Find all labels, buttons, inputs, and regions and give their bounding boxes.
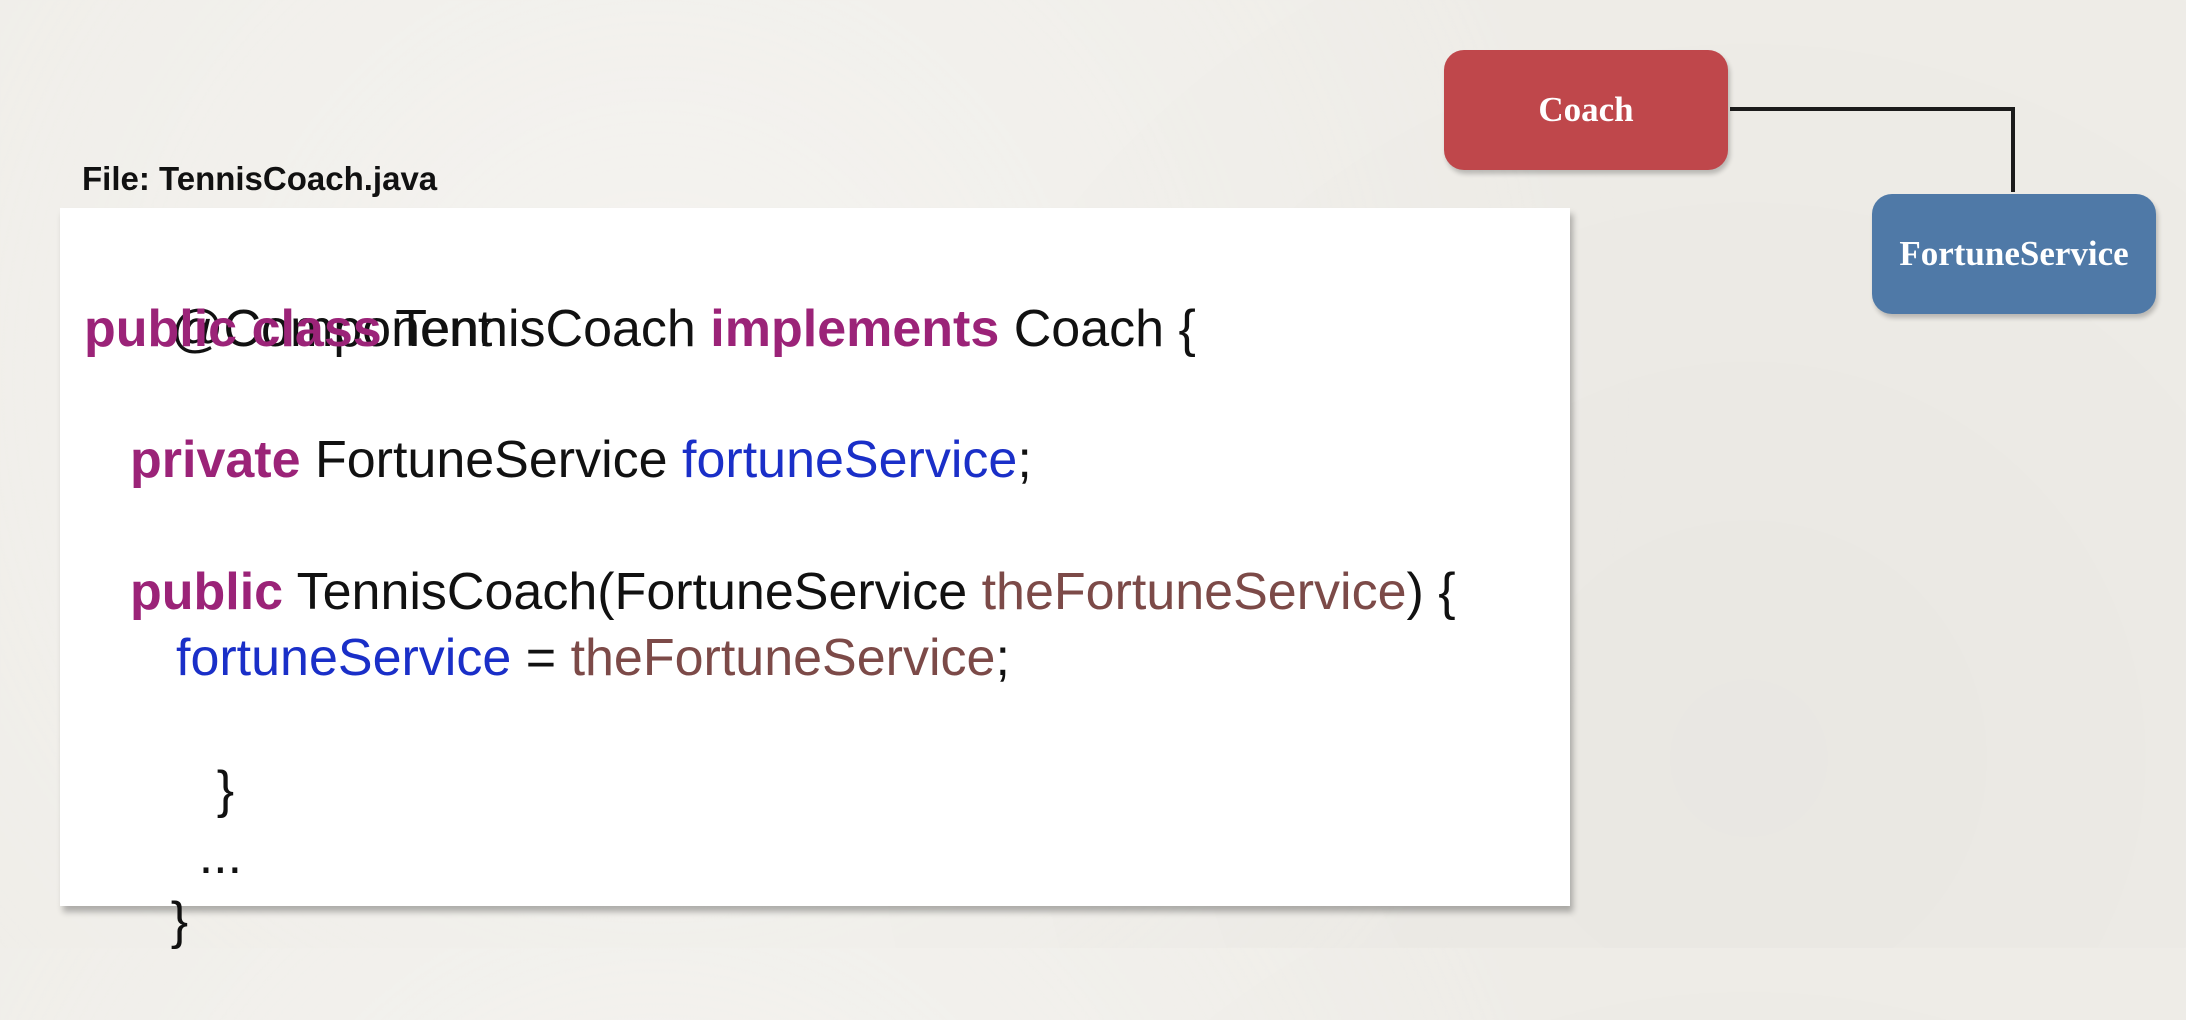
file-label: File: TennisCoach.java (82, 160, 438, 197)
constructor-signature: TennisCoach(FortuneService (283, 563, 982, 621)
keyword-public: public (130, 563, 284, 621)
field-type: FortuneService (300, 431, 683, 489)
connector-line (1730, 107, 2015, 192)
fortune-service-box: FortuneService (1872, 194, 2156, 314)
assigned-field: fortuneService (176, 629, 512, 687)
code-line-field-declaration: private FortuneService fortuneService; (130, 427, 1032, 493)
semicolon: ; (1017, 431, 1032, 489)
coach-box: Coach (1444, 50, 1728, 170)
code-line-constructor: public TennisCoach(FortuneService theFor… (130, 559, 1456, 625)
keyword-implements: implements (710, 300, 1000, 358)
code-line-class-close: } (84, 822, 188, 1020)
semicolon: ; (995, 629, 1010, 687)
assigned-param: theFortuneService (570, 629, 996, 687)
closing-brace: } (170, 892, 189, 950)
interface-name: Coach { (999, 300, 1196, 358)
class-name: TennisCoach (381, 300, 711, 358)
constructor-param: theFortuneService (981, 563, 1407, 621)
field-name: fortuneService (682, 431, 1018, 489)
fortune-service-label: FortuneService (1899, 234, 2129, 273)
equals-sign: = (511, 629, 571, 687)
ellipsis: ... (198, 827, 243, 885)
keyword-private: private (130, 431, 301, 489)
code-block: @Component public class TennisCoach impl… (84, 230, 1456, 950)
constructor-open: ) { (1406, 563, 1456, 621)
keyword-public: public (84, 300, 238, 358)
code-line-class-declaration: public class TennisCoach implements Coac… (84, 296, 1196, 362)
code-panel: @Component public class TennisCoach impl… (60, 208, 1570, 950)
coach-label: Coach (1538, 90, 1634, 129)
keyword-class: class (251, 300, 382, 358)
code-line-assignment: fortuneService = theFortuneService; (176, 625, 1010, 691)
